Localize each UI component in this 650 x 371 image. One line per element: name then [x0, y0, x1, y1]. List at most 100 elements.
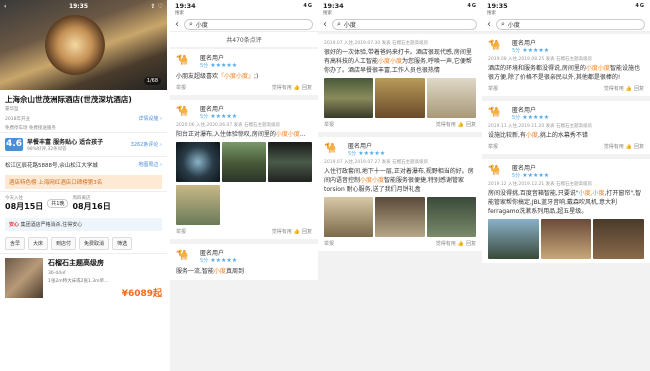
review-image[interactable]: [593, 219, 645, 259]
review-image[interactable]: [324, 78, 374, 118]
status-time: 19:35: [487, 1, 508, 10]
helpful-button[interactable]: 觉得有用: [436, 240, 456, 247]
review-image[interactable]: [426, 197, 476, 237]
back-icon[interactable]: ‹: [323, 19, 327, 30]
review-search-screen-1: 19:34 4G 搜索 ‹ ⌕ 小度 共470条点评 🐪 匿名用户 5分 ★★★★★ …: [170, 0, 318, 371]
thumb-icon[interactable]: 👍: [294, 229, 300, 235]
report-link[interactable]: 举报: [324, 121, 334, 128]
reply-button[interactable]: 回复: [466, 240, 476, 247]
reply-button[interactable]: 回复: [302, 228, 312, 235]
thumb-icon[interactable]: 👍: [294, 85, 300, 91]
search-bar: ‹ ⌕ 小度: [482, 17, 650, 32]
thumb-icon[interactable]: 👍: [458, 241, 464, 247]
review-card: 🐪 匿名用户 5分 ★★★★★ 2019.11 入住,2019.11.20 发表 …: [482, 101, 650, 154]
rating-sub: 98%好评,32条问答: [27, 147, 67, 152]
hotel-hero-image[interactable]: ‹ 19:35 ⇪ ♡ 1/68: [0, 0, 167, 90]
filter-bigbed[interactable]: 大床: [28, 237, 49, 250]
review-text[interactable]: 设施比较新,有小度,挑上的水幕秀不错: [488, 131, 644, 140]
rating-section[interactable]: 4.6 早餐丰富 服务贴心 适合孩子 98%好评,32条问答 3262条评论 ›: [0, 132, 167, 156]
thumb-icon[interactable]: 👍: [626, 144, 632, 150]
search-input[interactable]: ⌕ 小度: [496, 18, 645, 30]
review-text[interactable]: 小朋友超级喜欢『小度小度』;): [176, 72, 312, 81]
review-meta: 2019.07 入住,2019.07.30 发表 石榴石主题高级房: [324, 41, 429, 46]
review-image[interactable]: [176, 142, 220, 182]
reviews-link[interactable]: 3262条评论 ›: [131, 141, 162, 148]
helpful-button[interactable]: 觉得有用: [604, 143, 624, 150]
filter-pay-at-hotel[interactable]: 到店付: [51, 237, 77, 250]
reply-button[interactable]: 回复: [634, 85, 644, 92]
thumb-icon[interactable]: 👍: [626, 86, 632, 92]
review-images[interactable]: [324, 197, 476, 237]
review-text[interactable]: 酒店的环境和服务都没得说,房间里的小度小度智能设施也很方便,除了价格不是很亲民以…: [488, 64, 644, 82]
signal-icon: 4G: [303, 2, 313, 9]
promo-badge: 安心: [9, 222, 20, 228]
review-image[interactable]: [375, 197, 425, 237]
review-images[interactable]: [488, 219, 645, 259]
helpful-button[interactable]: 觉得有用: [272, 84, 292, 91]
helpful-button[interactable]: 觉得有用: [604, 85, 624, 92]
reply-button[interactable]: 回复: [302, 84, 312, 91]
address-row[interactable]: 松江区辰花路5888号,佘山松江大学城 地图周边 ›: [0, 156, 167, 173]
helpful-button[interactable]: 觉得有用: [272, 228, 292, 235]
review-image[interactable]: [268, 142, 312, 182]
review-image[interactable]: [375, 78, 425, 118]
review-image[interactable]: [222, 142, 266, 182]
review-image[interactable]: [324, 197, 374, 237]
review-image[interactable]: [176, 185, 220, 225]
rating-score: 4.6: [5, 138, 23, 151]
filter-more[interactable]: 筛选: [112, 237, 133, 250]
hotel-facilities: 免费停车场 免费接送服务: [5, 126, 56, 131]
review-image[interactable]: [426, 78, 476, 118]
review-rating: 5分: [512, 115, 521, 121]
search-input[interactable]: ⌕ 小度: [184, 18, 313, 30]
filter-breakfast[interactable]: 含早: [5, 237, 26, 250]
review-meta: 2019.08 入住,2019.08.25 发表 石榴石主题高级房: [488, 57, 593, 62]
hotel-category: 豪华型: [5, 107, 19, 112]
review-image[interactable]: [540, 219, 592, 259]
review-text[interactable]: 服务一流,智能小度真周到: [176, 267, 312, 276]
thumb-icon[interactable]: 👍: [458, 122, 464, 128]
review-text[interactable]: 很好的一次体验,带着爸妈来打卡。酒店很现代感,房间里有高科技的人工智能小度小度为…: [324, 48, 476, 75]
share-icon[interactable]: ⇪ ♡: [151, 3, 164, 10]
camel-avatar-icon: 🐪: [324, 143, 337, 154]
review-user: 匿名用户: [200, 250, 225, 257]
review-text[interactable]: 阳台正对瀑布,入住体验惊叹,房间里的小度小度...: [176, 130, 312, 139]
safety-promo[interactable]: 安心 集团酒店严格消杀,住得安心: [5, 218, 162, 231]
signal-icon: 4G: [635, 2, 645, 9]
photo-count[interactable]: 1/68: [143, 77, 161, 85]
map-link[interactable]: 地图周边 ›: [138, 161, 162, 169]
promo-text: 集团酒店严格消杀,住得安心: [20, 222, 83, 228]
back-icon[interactable]: ‹: [4, 3, 6, 10]
review-text[interactable]: 入住行政套间,地下十一层,正对着瀑布,视野相当的好。房间内语音控制小度小度智能服…: [324, 167, 476, 194]
review-card: 🐪 匿名用户 5分 ★★★★★ 2019.12 入住,2019.12.21 发表 …: [482, 159, 650, 263]
reply-button[interactable]: 回复: [466, 121, 476, 128]
search-input[interactable]: ⌕ 小度: [332, 18, 477, 30]
review-images[interactable]: [176, 185, 312, 225]
helpful-button[interactable]: 觉得有用: [436, 121, 456, 128]
report-link[interactable]: 举报: [488, 85, 498, 92]
details-link[interactable]: 详情设施 ›: [138, 115, 162, 122]
reply-button[interactable]: 回复: [634, 143, 644, 150]
back-icon[interactable]: ‹: [487, 19, 491, 30]
review-stars: 5分 ★★★★★: [200, 62, 238, 69]
ranking-banner[interactable]: 酒店特色榜 上海网红酒店口碑榜第3名: [5, 175, 162, 189]
review-images[interactable]: [176, 142, 312, 182]
hotel-building-image: [45, 15, 105, 75]
date-selector[interactable]: 今天入住 08月15日 共1晚 周四离店 08月16日: [0, 191, 167, 215]
room-item[interactable]: 石榴石主题高级房 36-44㎡ 1张2m特大床或2张1.3m单... ¥6089…: [0, 253, 167, 303]
review-image[interactable]: [488, 219, 539, 259]
status-time: 19:35: [68, 3, 89, 10]
checkin-date: 08月15日: [5, 202, 44, 211]
review-text[interactable]: 房间没得挑,百度音箱智能,只要说"小度,小度,打开窗帘",智能管家帮你搞定,JB…: [488, 189, 644, 216]
room-name: 石榴石主题高级房: [48, 259, 104, 267]
filter-free-cancel[interactable]: 免费取消: [79, 237, 110, 250]
review-images[interactable]: [324, 78, 476, 118]
search-value: 小度: [343, 21, 356, 29]
report-link[interactable]: 举报: [488, 143, 498, 150]
nights-count: 共1晚: [47, 199, 69, 208]
report-link[interactable]: 举报: [176, 84, 186, 91]
report-link[interactable]: 举报: [176, 228, 186, 235]
back-icon[interactable]: ‹: [175, 19, 179, 30]
search-value: 小度: [195, 21, 208, 29]
report-link[interactable]: 举报: [324, 240, 334, 247]
